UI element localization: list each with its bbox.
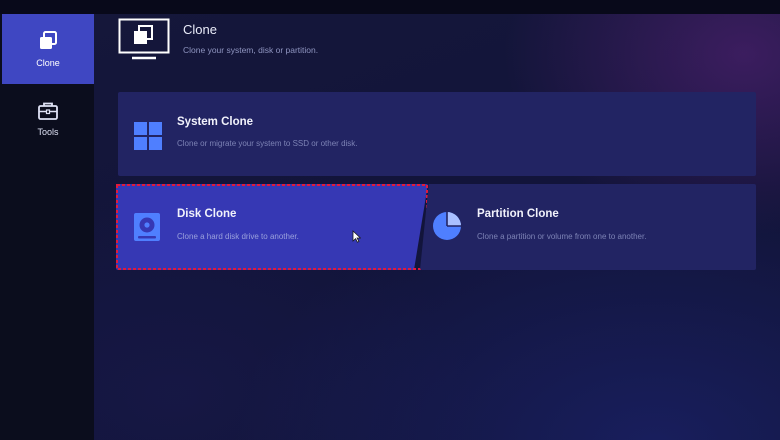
main-panel: Clone Clone your system, disk or partiti… <box>94 14 780 440</box>
top-strip <box>0 0 780 14</box>
disk-clone-card[interactable]: Disk Clone Clone a hard disk drive to an… <box>116 184 428 270</box>
clone-window: Clone Tools Clone Clone your system, dis… <box>0 0 780 440</box>
clone-icon <box>37 30 59 52</box>
sidebar-item-tools[interactable]: Tools <box>2 84 94 154</box>
sidebar-item-clone[interactable]: Clone <box>2 14 94 84</box>
hard-disk-icon <box>133 212 161 247</box>
disk-clone-description: Clone a hard disk drive to another. <box>177 232 299 241</box>
monitor-clone-icon <box>118 18 170 62</box>
page-subtitle: Clone your system, disk or partition. <box>183 45 319 55</box>
disk-clone-title: Disk Clone <box>177 208 237 220</box>
pie-chart-icon <box>431 210 463 247</box>
partition-clone-title: Partition Clone <box>477 208 559 220</box>
windows-icon <box>134 122 162 155</box>
sidebar: Clone Tools <box>0 14 94 440</box>
system-clone-title: System Clone <box>177 116 254 128</box>
partition-clone-description: Clone a partition or volume from one to … <box>477 232 647 241</box>
toolbox-icon <box>37 101 59 121</box>
system-clone-card[interactable]: System Clone Clone or migrate your syste… <box>118 92 756 176</box>
mouse-cursor-icon <box>352 230 362 248</box>
sidebar-item-label: Tools <box>37 127 59 137</box>
system-clone-description: Clone or migrate your system to SSD or o… <box>177 139 358 148</box>
sidebar-item-label: Clone <box>36 58 60 68</box>
partition-clone-card[interactable]: Partition Clone Clone a partition or vol… <box>420 184 756 270</box>
page-title: Clone <box>183 22 217 37</box>
